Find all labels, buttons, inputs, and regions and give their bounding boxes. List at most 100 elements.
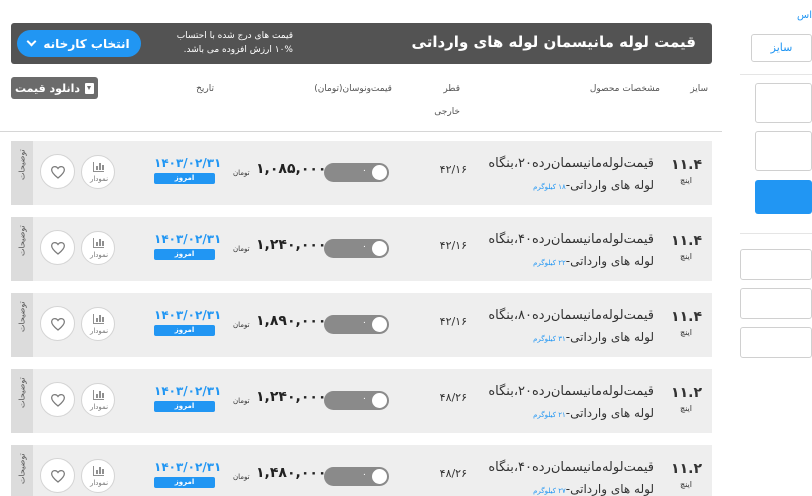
- product-weight: ۱۸ کیلوگرم: [533, 183, 566, 191]
- download-price-label: دانلود قیمت: [14, 81, 81, 95]
- toggle-knob: [372, 165, 387, 180]
- price-change-value: ۰: [362, 242, 367, 252]
- table-row: ۱۱.۴ اینچ قیمت‌لوله‌مانیسمان‌رده۸۰،بنگاه…: [11, 293, 712, 357]
- price-date: ۱۴۰۳/۰۲/۳۱: [154, 460, 222, 474]
- product-category-text: لوله های وارداتی-: [565, 330, 654, 344]
- price-date: ۱۴۰۳/۰۲/۳۱: [154, 308, 222, 322]
- description-tab[interactable]: توضیحات: [11, 293, 33, 357]
- favorite-button[interactable]: [40, 154, 75, 189]
- column-header-price: قیمت‌ونوسان(تومان): [314, 84, 392, 94]
- select-factory-label: انتخاب کارخانه: [43, 36, 130, 51]
- sidebar-input-2[interactable]: [740, 288, 812, 319]
- price-value: ۱,۰۸۵,۰۰۰: [256, 161, 327, 177]
- product-category: لوله های وارداتی-۱۸ کیلوگرم: [533, 178, 654, 192]
- description-tab[interactable]: توضیحات: [11, 445, 33, 496]
- description-label: توضیحات: [17, 453, 27, 484]
- price-currency: تومان: [233, 397, 250, 405]
- price-change-value: ۰: [362, 318, 367, 328]
- product-name-link[interactable]: قیمت‌لوله‌مانیسمان‌رده۲۰،بنگاه: [488, 156, 654, 171]
- heart-icon: [50, 469, 65, 483]
- favorite-button[interactable]: [40, 306, 75, 341]
- description-tab[interactable]: توضیحات: [11, 217, 33, 281]
- product-category-text: لوله های وارداتی-: [565, 406, 654, 420]
- pipe-size-unit: اینچ: [679, 176, 692, 185]
- price-date: ۱۴۰۳/۰۲/۳۱: [154, 232, 222, 246]
- download-file-icon: [85, 82, 95, 94]
- price-value: ۱,۸۹۰,۰۰۰: [256, 313, 327, 329]
- outer-diameter: ۴۸/۲۶: [439, 391, 467, 404]
- chart-button[interactable]: نمودار: [81, 459, 115, 493]
- chart-button-label: نمودار: [89, 403, 109, 411]
- product-category-text: لوله های وارداتی-: [565, 482, 654, 496]
- bar-chart-icon: [93, 390, 104, 400]
- outer-diameter: ۴۲/۱۶: [439, 163, 467, 176]
- chart-button-label: نمودار: [89, 251, 109, 259]
- column-header-diameter: قطر: [443, 84, 460, 94]
- pipe-size: ۱۱.۴: [671, 233, 702, 249]
- product-name-link[interactable]: قیمت‌لوله‌مانیسمان‌رده۲۰،بنگاه: [488, 384, 654, 399]
- filter-heading: اس: [797, 10, 812, 21]
- pipe-size: ۱۱.۴: [671, 309, 702, 325]
- table-row: ۱۱.۲ اینچ قیمت‌لوله‌مانیسمان‌رده۴۰،بنگاه…: [11, 445, 712, 496]
- filter-field-2[interactable]: [755, 131, 812, 171]
- outer-diameter: ۴۸/۲۶: [439, 467, 467, 480]
- today-badge: امروز: [154, 477, 215, 488]
- chart-button[interactable]: نمودار: [81, 231, 115, 265]
- download-price-button[interactable]: دانلود قیمت: [11, 77, 98, 99]
- select-factory-button[interactable]: انتخاب کارخانه: [17, 30, 141, 57]
- heart-icon: [50, 393, 65, 407]
- toggle-knob: [372, 317, 387, 332]
- product-name-link[interactable]: قیمت‌لوله‌مانیسمان‌رده۴۰،بنگاه: [488, 232, 654, 247]
- price-change-toggle[interactable]: ۰: [324, 315, 389, 334]
- table-row: ۱۱.۴ اینچ قیمت‌لوله‌مانیسمان‌رده۴۰،بنگاه…: [11, 217, 712, 281]
- filter-panel: اس سایز: [740, 0, 812, 215]
- filter-field-1[interactable]: [755, 83, 812, 123]
- description-tab[interactable]: توضیحات: [11, 141, 33, 205]
- product-name-link[interactable]: قیمت‌لوله‌مانیسمان‌رده۸۰،بنگاه: [488, 308, 654, 323]
- pipe-size: ۱۱.۴: [671, 157, 702, 173]
- tab-size[interactable]: سایز: [751, 34, 812, 62]
- price-currency: تومان: [233, 473, 250, 481]
- bar-chart-icon: [93, 238, 104, 248]
- price-change-toggle[interactable]: ۰: [324, 391, 389, 410]
- pipe-size-unit: اینچ: [679, 480, 692, 489]
- price-date: ۱۴۰۳/۰۲/۳۱: [154, 156, 222, 170]
- price-change-toggle[interactable]: ۰: [324, 467, 389, 486]
- sidebar-input-1[interactable]: [740, 249, 812, 280]
- today-badge: امروز: [154, 249, 215, 260]
- product-weight: ۲۱ کیلوگرم: [533, 411, 566, 419]
- pipe-size: ۱۱.۲: [671, 385, 702, 401]
- pipe-size: ۱۱.۲: [671, 461, 702, 477]
- price-value: ۱,۲۴۰,۰۰۰: [256, 237, 327, 253]
- favorite-button[interactable]: [40, 382, 75, 417]
- sidebar-input-3[interactable]: [740, 327, 812, 358]
- price-currency: تومان: [233, 321, 250, 329]
- chart-button[interactable]: نمودار: [81, 155, 115, 189]
- chart-button-label: نمودار: [89, 175, 109, 183]
- column-header-spec: مشخصات محصول: [589, 84, 660, 94]
- product-name-link[interactable]: قیمت‌لوله‌مانیسمان‌رده۴۰،بنگاه: [488, 460, 654, 475]
- header-divider: [0, 131, 722, 132]
- table-header-bar: قیمت لوله مانیسمان لوله های وارداتی قیمت…: [11, 23, 712, 64]
- heart-icon: [50, 317, 65, 331]
- chart-button[interactable]: نمودار: [81, 307, 115, 341]
- chart-button[interactable]: نمودار: [81, 383, 115, 417]
- product-category: لوله های وارداتی-۲۲ کیلوگرم: [533, 254, 654, 268]
- filter-submit-button[interactable]: [755, 180, 812, 214]
- outer-diameter: ۴۲/۱۶: [439, 315, 467, 328]
- product-category: لوله های وارداتی-۳۱ کیلوگرم: [533, 330, 654, 344]
- bar-chart-icon: [93, 314, 104, 324]
- description-tab[interactable]: توضیحات: [11, 369, 33, 433]
- price-currency: تومان: [233, 169, 250, 177]
- price-change-toggle[interactable]: ۰: [324, 239, 389, 258]
- chevron-down-icon: [26, 36, 37, 47]
- price-value: ۱,۲۴۰,۰۰۰: [256, 389, 327, 405]
- favorite-button[interactable]: [40, 458, 75, 493]
- column-header-diameter-sub: خارجی: [434, 107, 460, 117]
- product-category-text: لوله های وارداتی-: [565, 178, 654, 192]
- bar-chart-icon: [93, 466, 104, 476]
- price-change-value: ۰: [362, 166, 367, 176]
- price-change-toggle[interactable]: ۰: [324, 163, 389, 182]
- favorite-button[interactable]: [40, 230, 75, 265]
- product-category: لوله های وارداتی-۲۱ کیلوگرم: [533, 406, 654, 420]
